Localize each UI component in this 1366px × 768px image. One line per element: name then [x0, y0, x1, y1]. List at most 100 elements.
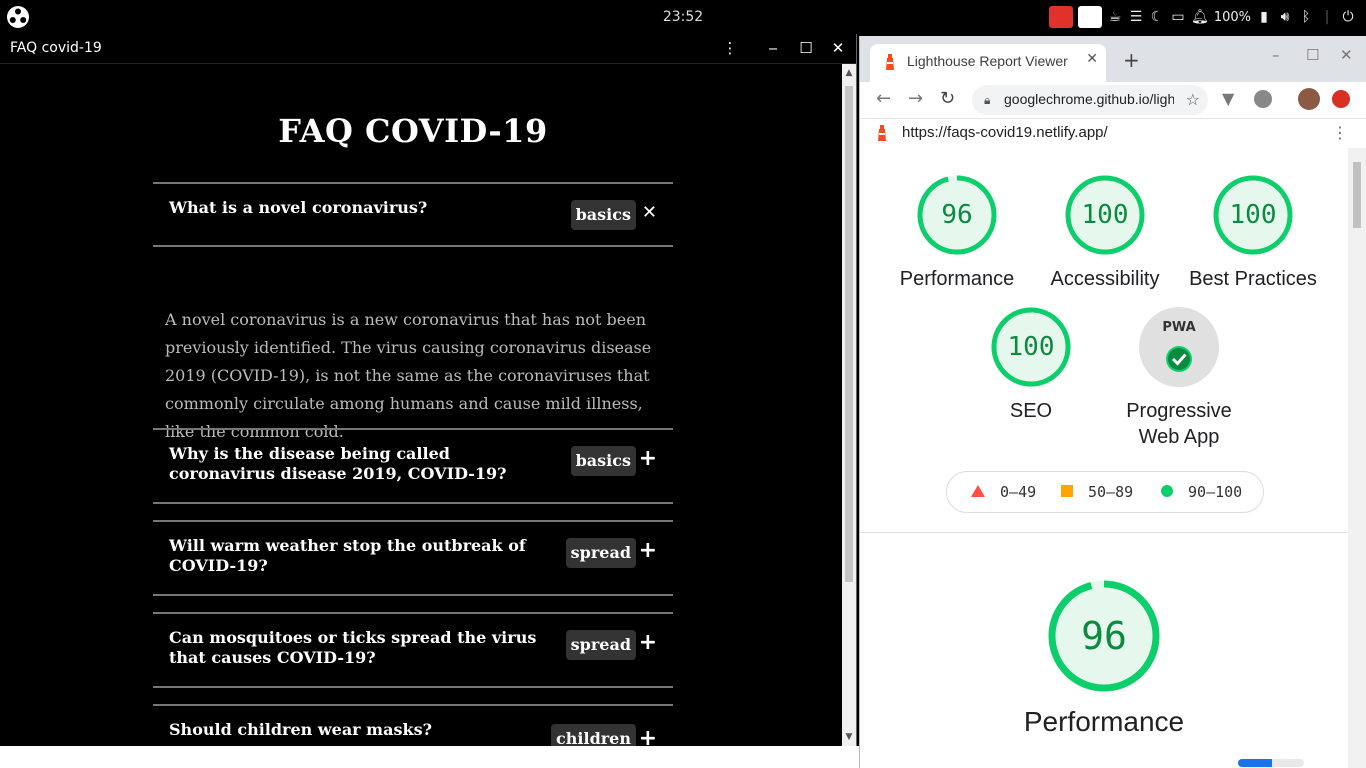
new-tab-icon[interactable]: +: [1123, 48, 1140, 72]
page-title: FAQ COVID-19: [278, 112, 548, 150]
faq-question: Should children wear masks?: [169, 720, 432, 739]
forward-icon[interactable]: →: [908, 88, 923, 109]
extension-gear-icon[interactable]: [1254, 90, 1272, 108]
pwa-badge-icon: [1139, 307, 1219, 387]
gauge-performance-large[interactable]: 96: [1048, 580, 1160, 692]
coffee-icon[interactable]: ☕: [1107, 8, 1123, 26]
tab-strip: Lighthouse Report Viewer ✕ + – ☐ ✕: [860, 36, 1366, 82]
separator: |: [1324, 9, 1330, 25]
gauge-score: 100: [1229, 200, 1277, 230]
night-mode-icon[interactable]: ☾: [1149, 8, 1165, 26]
volume-icon[interactable]: 🔊︎: [1277, 8, 1293, 26]
faq-answer: A novel coronavirus is a new coronavirus…: [165, 310, 652, 441]
faq-question: Can mosquitoes or ticks spread the virus…: [169, 628, 537, 667]
faq-question: Why is the disease being called coronavi…: [169, 444, 507, 483]
category-title: Performance: [1023, 706, 1185, 737]
maximize-icon[interactable]: ☐: [1306, 46, 1319, 64]
gauge-label: Best Practices: [1189, 268, 1317, 290]
scrollbar-thumb[interactable]: [845, 86, 853, 582]
faq-item[interactable]: What is a novel coronavirus? basics ✕: [153, 182, 673, 247]
expand-icon[interactable]: +: [639, 628, 657, 658]
window-titlebar: FAQ covid-19 ⋮ ‒ ☐ ✕: [0, 34, 856, 64]
tab-close-icon[interactable]: ✕: [1086, 51, 1098, 67]
back-icon[interactable]: ←: [876, 88, 891, 109]
pwa-label-line2: Web App: [1138, 426, 1220, 448]
menu-icon[interactable]: ☰: [1128, 8, 1144, 26]
extension-v-icon[interactable]: ▼: [1222, 90, 1240, 108]
collapse-icon[interactable]: ✕: [642, 198, 657, 228]
gauge-score: 100: [1081, 200, 1129, 230]
minimize-icon[interactable]: ‒: [763, 38, 783, 58]
faq-item[interactable]: Should children wear masks? children +: [153, 704, 673, 746]
gauge-label: Accessibility: [1050, 268, 1160, 290]
bluetooth-icon[interactable]: ᛒ: [1298, 8, 1314, 26]
desktop-strip: [0, 746, 859, 768]
pwa-badge-text: PWA: [1162, 320, 1196, 335]
maximize-icon[interactable]: ☐: [796, 38, 816, 58]
address-bar[interactable]: 🔒︎ googlechrome.github.io/lighthouse/vie…: [972, 85, 1208, 115]
update-icon[interactable]: [1332, 90, 1350, 108]
category-badge: basics: [570, 200, 636, 230]
average-square-icon: [1061, 485, 1073, 497]
tab-lighthouse[interactable]: Lighthouse Report Viewer ✕: [870, 44, 1106, 82]
tray-app-red-icon[interactable]: [1049, 6, 1074, 28]
lock-icon: 🔒︎: [984, 93, 991, 107]
vertical-scrollbar[interactable]: ▲ ▼: [842, 64, 856, 746]
faq-item[interactable]: Why is the disease being called coronavi…: [153, 428, 673, 504]
gauge-label: SEO: [1009, 400, 1053, 422]
expand-icon[interactable]: +: [639, 724, 657, 746]
gauge-pwa[interactable]: PWA: [1139, 307, 1219, 387]
category-badge: children: [551, 724, 636, 746]
gauge-accessibility[interactable]: 100: [1065, 175, 1145, 255]
notification-bell-icon[interactable]: 🔔︎: [1191, 8, 1209, 26]
audited-url[interactable]: https://faqs-covid19.netlify.app/: [902, 124, 1108, 141]
pass-circle-icon: [1161, 485, 1173, 497]
faq-page: FAQ COVID-19 What is a novel coronavirus…: [0, 64, 843, 746]
category-badge: spread: [565, 630, 636, 660]
scroll-up-icon[interactable]: ▲: [842, 68, 856, 78]
reload-icon[interactable]: ↻: [940, 88, 955, 109]
score-legend: 0–49 50–89 90–100: [946, 471, 1264, 513]
battery-level: 100%: [1213, 9, 1251, 25]
close-icon[interactable]: ✕: [828, 38, 848, 58]
legend-fail: 0–49: [1000, 483, 1037, 501]
expand-icon[interactable]: +: [639, 444, 657, 474]
profile-avatar[interactable]: [1298, 88, 1320, 110]
page-scrollbar[interactable]: [1348, 148, 1366, 768]
expand-icon[interactable]: +: [639, 536, 657, 566]
legend-average: 50–89: [1088, 483, 1134, 501]
scroll-down-icon[interactable]: ▼: [842, 732, 856, 742]
category-badge: spread: [565, 538, 636, 568]
faq-item[interactable]: Will warm weather stop the outbreak of C…: [153, 520, 673, 596]
system-top-bar: 23:52 ☕ ☰ ☾ ▭ 🔔︎ 100% ▮ 🔊︎ ᛒ | ⏻: [0, 0, 1366, 34]
minimize-icon[interactable]: –: [1272, 46, 1280, 64]
progress-pill: [1238, 759, 1304, 767]
faq-question: What is a novel coronavirus?: [169, 198, 428, 217]
close-icon[interactable]: ✕: [1340, 46, 1353, 64]
window-menu-icon[interactable]: ⋮: [720, 38, 740, 58]
tray-app-white-icon[interactable]: [1078, 6, 1103, 28]
battery-icon[interactable]: ▮: [1256, 8, 1272, 26]
system-tray: ☕ ☰ ☾ ▭ 🔔︎ 100% ▮ 🔊︎ ᛒ | ⏻: [1049, 0, 1366, 34]
power-icon[interactable]: ⏻: [1340, 8, 1356, 26]
category-badge: basics: [570, 446, 636, 476]
bookmark-star-icon[interactable]: ☆: [1186, 90, 1200, 109]
app-launcher-icon[interactable]: [6, 5, 30, 29]
gauge-score: 96: [1081, 614, 1127, 658]
gauge-seo[interactable]: 100: [991, 307, 1071, 387]
gauge-best-practices[interactable]: 100: [1213, 175, 1293, 255]
window-title: FAQ covid-19: [10, 40, 102, 56]
gauge-score: 96: [941, 200, 973, 230]
scrollbar-thumb[interactable]: [1353, 162, 1361, 228]
report-menu-icon[interactable]: ⋮: [1332, 123, 1348, 142]
divider: [153, 245, 673, 247]
lighthouse-report: 96 Performance 100 Accessibility 100 Bes…: [860, 148, 1348, 768]
lighthouse-icon: [886, 54, 894, 70]
divider: [153, 686, 673, 688]
tab-title: Lighthouse Report Viewer: [907, 53, 1068, 69]
gauge-performance[interactable]: 96: [917, 175, 997, 255]
gauge-label: Performance: [899, 268, 1015, 290]
folder-icon[interactable]: ▭: [1170, 8, 1186, 26]
lighthouse-url-bar: https://faqs-covid19.netlify.app/ ⋮: [860, 118, 1366, 148]
faq-item[interactable]: Can mosquitoes or ticks spread the virus…: [153, 612, 673, 688]
